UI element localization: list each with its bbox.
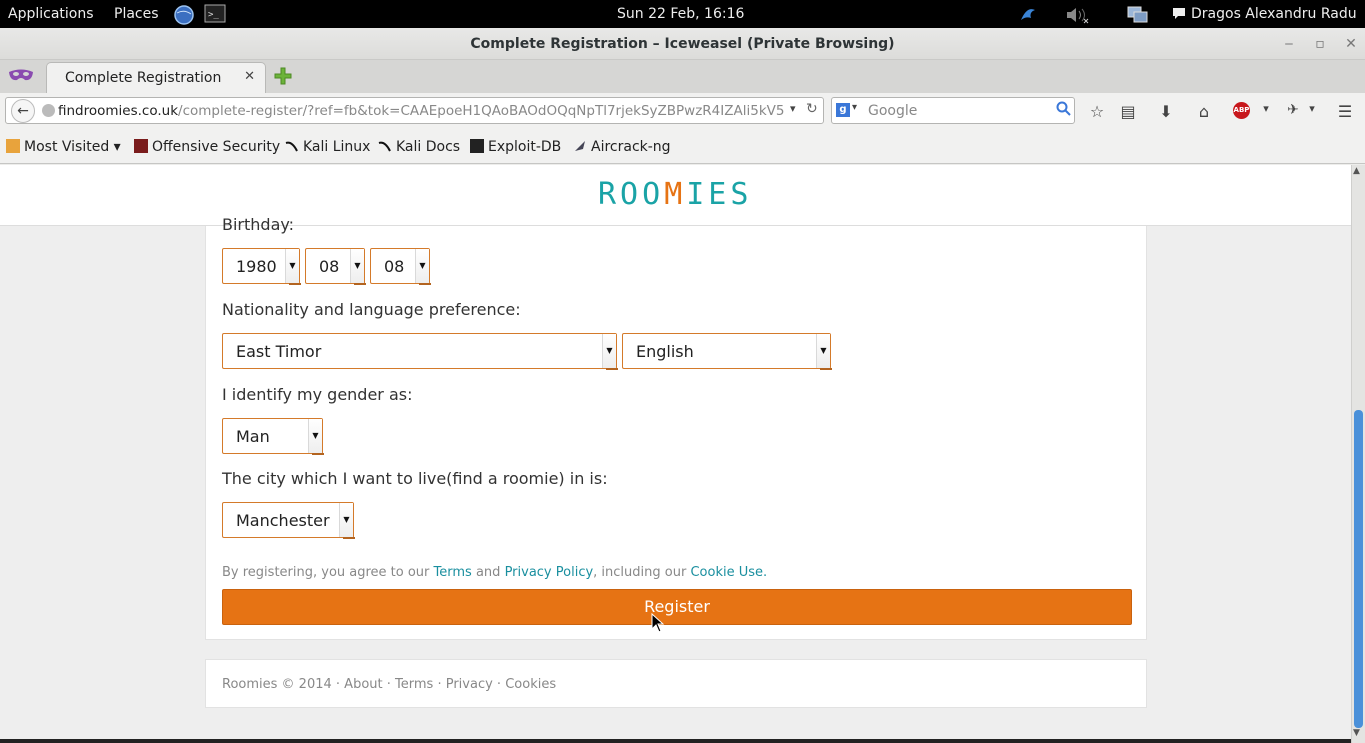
aircrack-icon: [573, 139, 587, 153]
footer-about-link[interactable]: About: [344, 677, 382, 692]
chevron-down-icon: ▼: [339, 503, 353, 537]
minimize-icon[interactable]: ‒: [1278, 33, 1300, 55]
roomies-logo[interactable]: ROOMIES: [598, 177, 752, 212]
window-titlebar[interactable]: Complete Registration – Iceweasel (Priva…: [0, 28, 1365, 60]
bookmark-offensive-security[interactable]: Offensive Security: [134, 139, 280, 155]
terms-notice: By registering, you agree to our Terms a…: [222, 565, 768, 580]
mouse-pointer-icon: [651, 612, 665, 637]
extension-icon[interactable]: ✈: [1283, 102, 1303, 118]
privacy-policy-link[interactable]: Privacy Policy: [505, 565, 594, 580]
places-menu[interactable]: Places: [114, 6, 159, 22]
url-dropdown-icon[interactable]: ▾: [790, 102, 796, 115]
bookmarks-toolbar: Most Visited ▾ Offensive Security Kali L…: [0, 129, 1365, 164]
network-icon[interactable]: [1126, 4, 1148, 24]
downloads-icon[interactable]: ⬇: [1156, 102, 1176, 121]
reading-list-icon[interactable]: ▤: [1118, 102, 1138, 121]
chevron-down-icon: ▼: [308, 419, 322, 453]
language-select[interactable]: English ▼: [622, 333, 832, 370]
adblock-dropdown-icon[interactable]: ▾: [1256, 102, 1276, 115]
gender-label: I identify my gender as:: [222, 385, 413, 404]
applications-menu[interactable]: Applications: [8, 6, 94, 22]
tab-label: Complete Registration: [65, 70, 222, 86]
bottom-edge: [0, 739, 1351, 743]
menu-hamburger-icon[interactable]: ☰: [1335, 102, 1355, 121]
site-header: ROOMIES: [0, 165, 1351, 226]
navigation-bar: ← findroomies.co.uk/complete-register/?r…: [0, 93, 1365, 129]
city-label: The city which I want to live(find a roo…: [222, 469, 608, 488]
top-panel: Applications Places >_ Sun 22 Feb, 16:16…: [0, 0, 1365, 28]
search-input[interactable]: Google: [868, 103, 917, 119]
cookie-use-link[interactable]: Cookie Use: [690, 565, 763, 580]
chat-icon[interactable]: [1171, 4, 1187, 24]
nationality-select[interactable]: East Timor ▼: [222, 333, 618, 370]
engine-dropdown-icon[interactable]: ▾: [852, 102, 857, 113]
footer-cookies-link[interactable]: Cookies: [505, 677, 556, 692]
new-tab-icon[interactable]: [274, 67, 292, 89]
google-engine-icon[interactable]: g: [836, 103, 850, 117]
private-browsing-mask-icon: [8, 66, 34, 90]
tab-complete-registration[interactable]: Complete Registration ✕: [46, 62, 266, 93]
kali-icon: [378, 139, 392, 153]
registration-form: Birthday: 1980 ▼ 08 ▼ 08 ▼ Nationality a…: [205, 215, 1147, 640]
window-title: Complete Registration – Iceweasel (Priva…: [470, 36, 895, 52]
search-icon[interactable]: [1056, 101, 1072, 121]
bookmark-star-icon[interactable]: ☆: [1087, 102, 1107, 121]
nationality-label: Nationality and language preference:: [222, 300, 521, 319]
offsec-icon: [134, 139, 148, 153]
extension-dropdown-icon[interactable]: ▾: [1302, 102, 1322, 115]
birth-month-select[interactable]: 08 ▼: [305, 248, 366, 285]
adblock-icon[interactable]: ABP: [1233, 102, 1250, 119]
reload-icon[interactable]: ↻: [806, 101, 818, 117]
kali-dragon-icon[interactable]: [1017, 4, 1037, 24]
bookmark-exploit-db[interactable]: Exploit-DB: [470, 139, 561, 155]
tab-strip: Complete Registration ✕: [0, 60, 1365, 93]
copyright: Roomies © 2014: [222, 677, 332, 692]
user-menu[interactable]: Dragos Alexandru Radu: [1191, 6, 1357, 22]
birthday-label: Birthday:: [222, 215, 295, 234]
page-viewport: ROOMIES Birthday: 1980 ▼ 08 ▼ 08 ▼ Natio…: [0, 165, 1351, 743]
gender-select[interactable]: Man ▼: [222, 418, 324, 455]
terms-link[interactable]: Terms: [434, 565, 472, 580]
clock[interactable]: Sun 22 Feb, 16:16: [617, 6, 744, 22]
birth-year-select[interactable]: 1980 ▼: [222, 248, 301, 285]
chevron-down-icon: ▼: [602, 334, 616, 368]
bookmark-aircrack-ng[interactable]: Aircrack-ng: [573, 139, 671, 155]
search-bar[interactable]: g ▾ Google: [831, 97, 1075, 124]
back-arrow-icon[interactable]: ←: [11, 99, 35, 123]
bookmark-kali-docs[interactable]: Kali Docs: [378, 139, 460, 155]
chevron-down-icon: ▼: [415, 249, 429, 283]
bookmark-most-visited[interactable]: Most Visited ▾: [6, 139, 121, 155]
url-text[interactable]: findroomies.co.uk/complete-register/?ref…: [58, 103, 798, 119]
site-footer: Roomies © 2014 · About · Terms · Privacy…: [205, 659, 1147, 708]
volume-muted-icon[interactable]: [1064, 4, 1089, 24]
exploitdb-icon: [470, 139, 484, 153]
scrollbar-thumb[interactable]: [1354, 410, 1363, 728]
chevron-down-icon: ▼: [816, 334, 830, 368]
svg-text:>_: >_: [208, 10, 219, 20]
scroll-down-icon[interactable]: ▼: [1353, 728, 1360, 738]
browser-launcher-icon[interactable]: [173, 4, 194, 25]
city-select[interactable]: Manchester ▼: [222, 502, 355, 539]
footer-privacy-link[interactable]: Privacy: [446, 677, 493, 692]
footer-terms-link[interactable]: Terms: [395, 677, 433, 692]
chevron-down-icon: ▼: [350, 249, 364, 283]
scroll-up-icon[interactable]: ▲: [1353, 166, 1360, 176]
vertical-scrollbar[interactable]: ▲ ▼: [1351, 165, 1365, 743]
maximize-icon[interactable]: ▫: [1309, 33, 1331, 55]
url-bar[interactable]: ← findroomies.co.uk/complete-register/?r…: [5, 97, 824, 124]
tab-close-icon[interactable]: ✕: [244, 69, 255, 84]
bookmark-kali-linux[interactable]: Kali Linux: [285, 139, 370, 155]
home-icon[interactable]: ⌂: [1194, 102, 1214, 121]
close-icon[interactable]: ✕: [1340, 33, 1362, 55]
site-identity-icon[interactable]: [42, 104, 55, 117]
terminal-launcher-icon[interactable]: >_: [204, 4, 226, 24]
register-button[interactable]: Register: [222, 589, 1132, 625]
birth-day-select[interactable]: 08 ▼: [370, 248, 431, 285]
folder-icon: [6, 139, 20, 153]
kali-icon: [285, 139, 299, 153]
chevron-down-icon: ▼: [285, 249, 299, 283]
